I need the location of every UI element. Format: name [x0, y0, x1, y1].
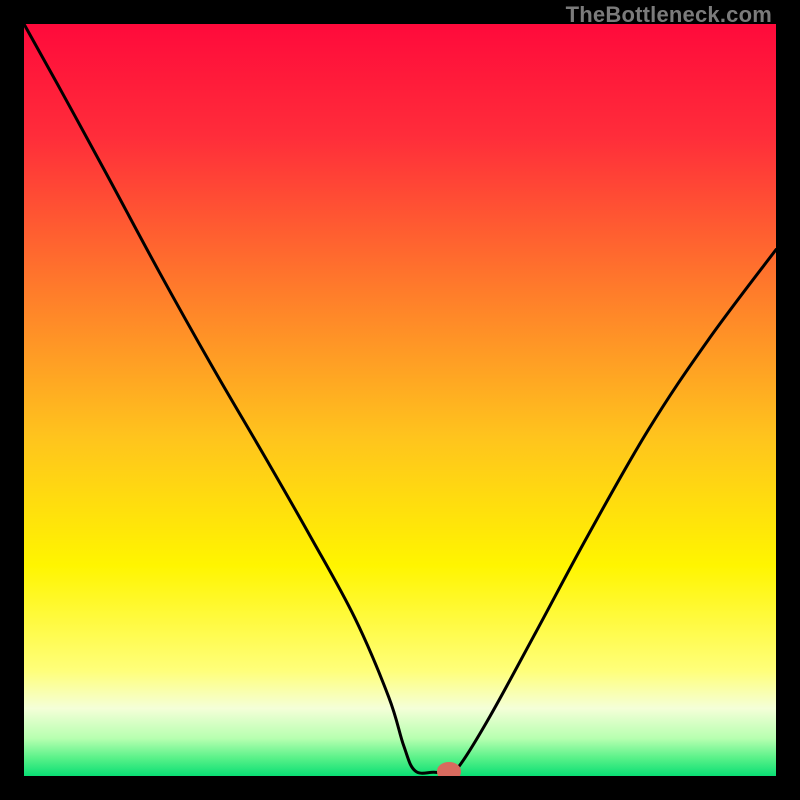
bottleneck-curve-svg — [24, 24, 776, 776]
chart-outer-frame: TheBottleneck.com — [0, 0, 800, 800]
optimal-point-marker — [437, 762, 461, 776]
chart-plot-area — [24, 24, 776, 776]
bottleneck-curve-path — [24, 24, 776, 773]
